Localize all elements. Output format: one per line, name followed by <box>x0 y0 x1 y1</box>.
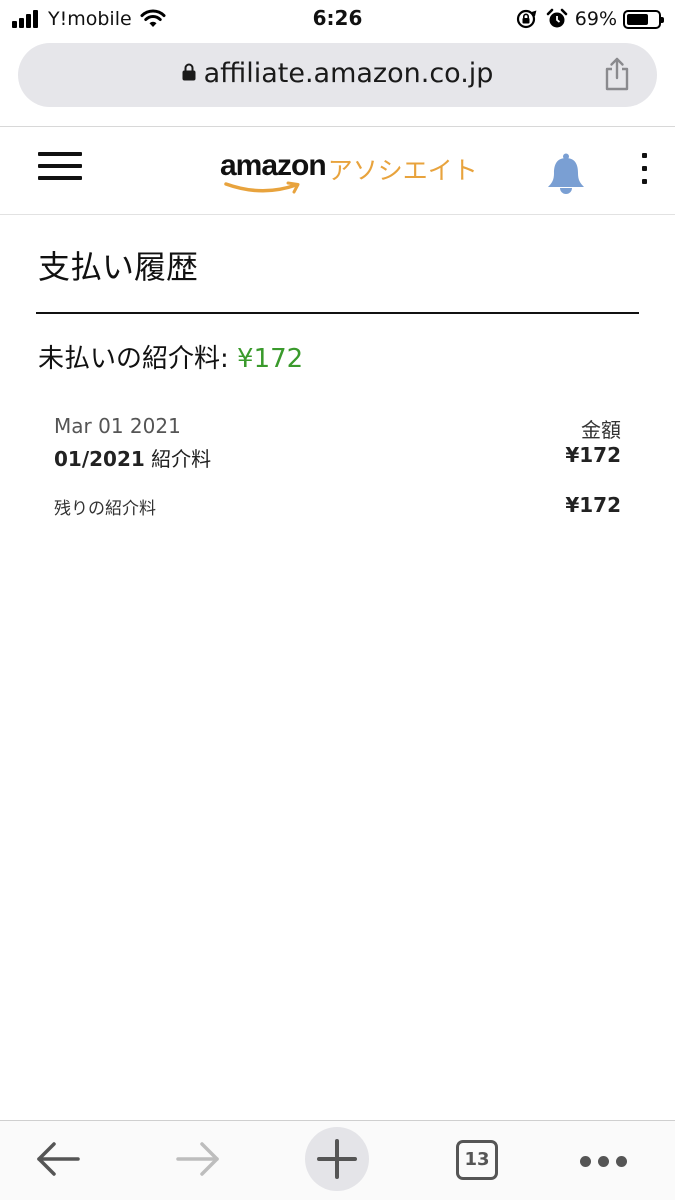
battery-nub <box>661 16 664 23</box>
payment-period: 01/2021 <box>54 447 145 471</box>
remaining-amount: ¥172 <box>565 493 621 517</box>
forward-arrow-icon[interactable] <box>174 1139 222 1179</box>
more-menu-icon[interactable] <box>580 1156 634 1167</box>
payment-amount: ¥172 <box>565 443 621 467</box>
amazon-associates-logo[interactable]: amazon アソシエイト <box>220 149 478 199</box>
status-right: 69% <box>515 6 664 32</box>
logo-suffix: アソシエイト <box>327 156 478 185</box>
screen: Y!mobile 6:26 69% affiliate.amazon.co.jp… <box>0 0 675 1200</box>
tab-count: 13 <box>464 1149 490 1170</box>
title-divider <box>36 312 639 314</box>
hamburger-menu-icon[interactable] <box>38 152 82 184</box>
logo-word: amazon <box>220 149 327 194</box>
browser-toolbar: 13 <box>0 1121 675 1200</box>
share-icon[interactable] <box>603 57 631 91</box>
smile-arrow-icon <box>224 181 300 194</box>
amount-header: 金額 <box>581 418 621 442</box>
more-options-icon[interactable] <box>642 153 650 192</box>
alarm-icon <box>546 8 568 28</box>
tab-count-button[interactable]: 13 <box>456 1140 498 1180</box>
header-divider <box>0 214 675 215</box>
notification-bell-icon[interactable] <box>544 152 588 194</box>
unpaid-label: 未払いの紹介料: <box>38 344 238 374</box>
rotation-lock-icon <box>516 9 537 29</box>
plus-icon <box>317 1139 357 1179</box>
payment-date: Mar 01 2021 <box>54 414 181 438</box>
lock-icon <box>182 63 196 80</box>
payment-desc-suffix: 紹介料 <box>144 447 212 471</box>
unpaid-commission: 未払いの紹介料: ¥172 <box>38 338 303 375</box>
battery-fill <box>627 13 648 25</box>
url-text: affiliate.amazon.co.jp <box>203 58 494 89</box>
url-display[interactable]: affiliate.amazon.co.jp <box>18 58 657 89</box>
battery-icon <box>623 9 664 29</box>
back-arrow-icon[interactable] <box>34 1139 82 1179</box>
battery-percent: 69% <box>574 8 617 30</box>
remaining-label: 残りの紹介料 <box>54 499 156 519</box>
payment-description: 01/2021 紹介料 <box>54 443 211 472</box>
new-tab-button[interactable] <box>305 1127 369 1191</box>
page-title: 支払い履歴 <box>38 248 199 286</box>
status-bar: Y!mobile 6:26 69% <box>0 0 675 38</box>
unpaid-amount: ¥172 <box>237 344 304 374</box>
url-bar[interactable]: affiliate.amazon.co.jp <box>18 43 657 107</box>
app-header: amazon アソシエイト <box>0 127 675 215</box>
